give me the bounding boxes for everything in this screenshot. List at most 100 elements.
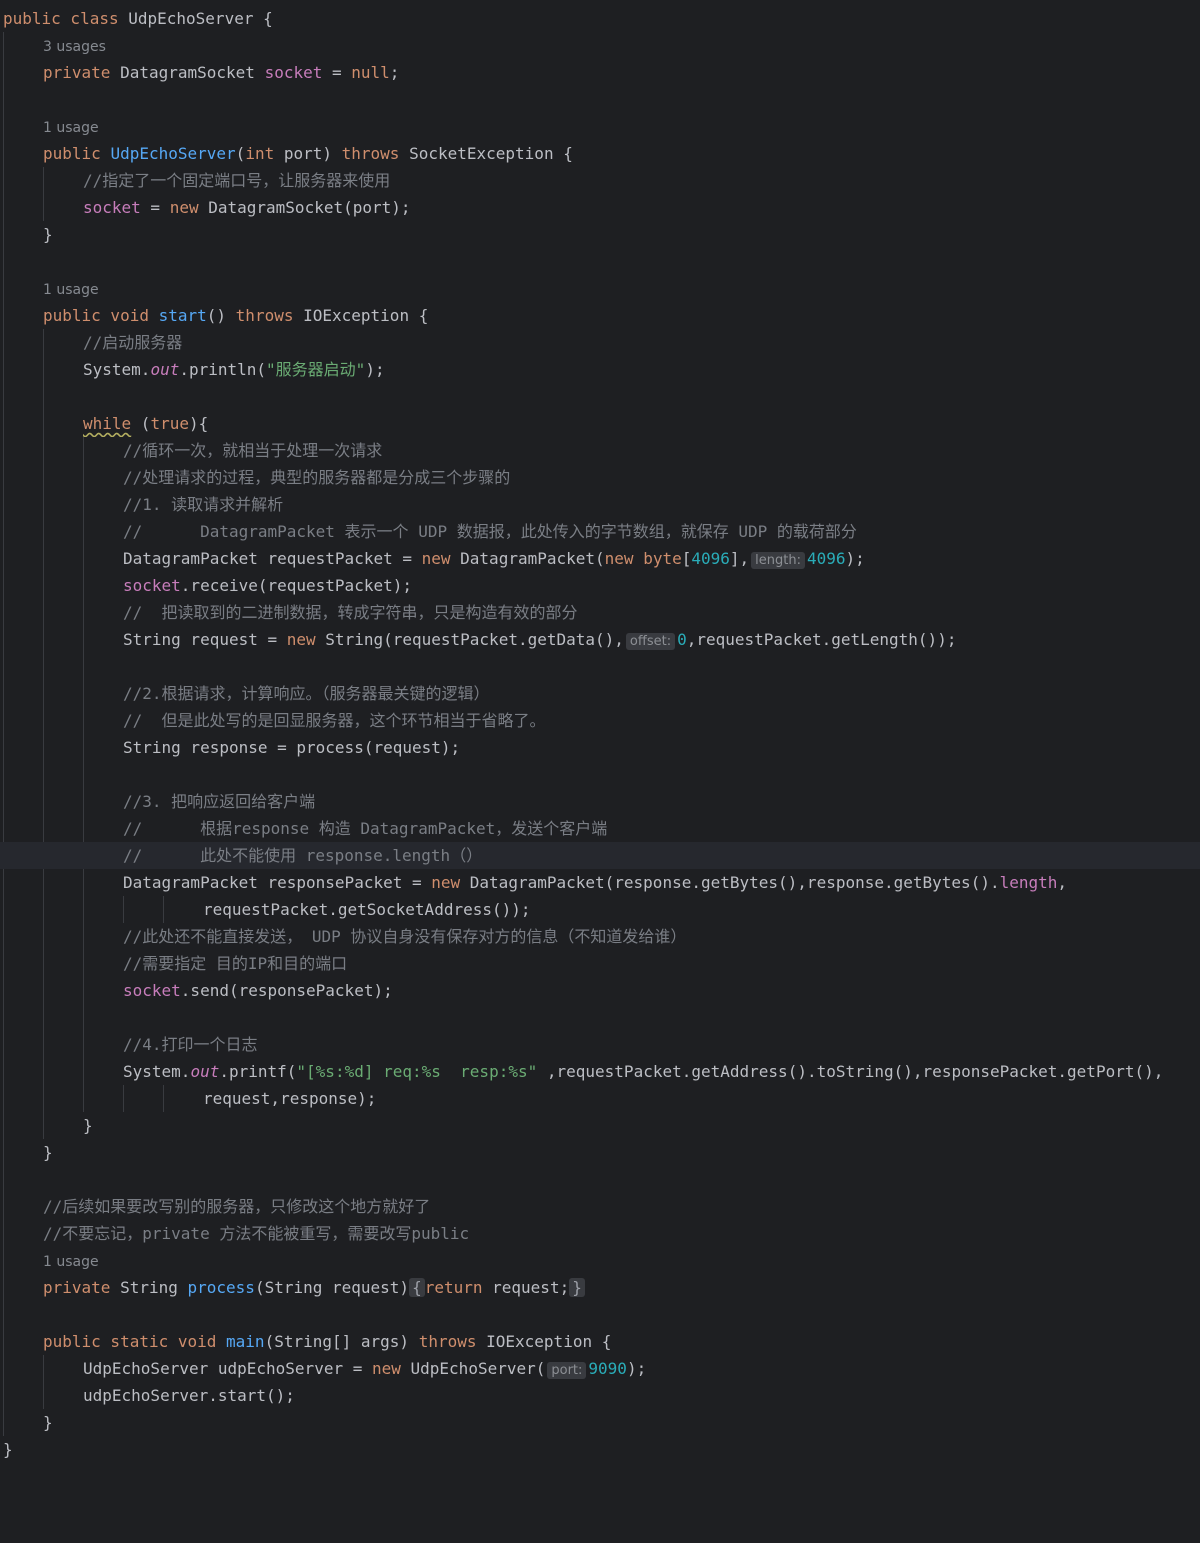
code-token: public xyxy=(43,144,111,163)
line-content: 1 usage xyxy=(43,1247,99,1274)
code-line[interactable] xyxy=(0,1166,1200,1193)
code-line[interactable]: //循环一次，就相当于处理一次请求 xyxy=(0,437,1200,464)
code-line[interactable]: //4.打印一个日志 xyxy=(0,1031,1200,1058)
code-line[interactable]: request,response); xyxy=(0,1085,1200,1112)
code-token: new xyxy=(286,630,326,649)
code-line[interactable]: //3. 把响应返回给客户端 xyxy=(0,788,1200,815)
code-line[interactable] xyxy=(0,383,1200,410)
usages-link[interactable]: 1 usage xyxy=(43,120,99,136)
code-token: 4096 xyxy=(806,549,846,568)
code-line[interactable]: System.out.printf("[%s:%d] req:%s resp:%… xyxy=(0,1058,1200,1085)
code-comment: //启动服务器 xyxy=(83,333,183,352)
code-token: "服务器启动" xyxy=(266,360,366,379)
code-line[interactable]: public static void main(String[] args) t… xyxy=(0,1328,1200,1355)
code-comment: //不要忘记，private 方法不能被重写，需要改写public xyxy=(43,1224,470,1243)
code-token: 9090 xyxy=(588,1359,627,1378)
code-token: "[%s:%d] req:%s resp:%s" xyxy=(296,1062,538,1081)
code-line[interactable]: while (true){ xyxy=(0,410,1200,437)
code-line[interactable]: //处理请求的过程，典型的服务器都是分成三个步骤的 xyxy=(0,464,1200,491)
code-line[interactable]: // 根据response 构造 DatagramPacket，发送个客户端 xyxy=(0,815,1200,842)
code-line[interactable] xyxy=(0,248,1200,275)
code-line[interactable]: private String process(String request){r… xyxy=(0,1274,1200,1301)
code-line[interactable]: public void start() throws IOException { xyxy=(0,302,1200,329)
code-editor[interactable]: public class UdpEchoServer { 3 usages priv… xyxy=(0,0,1200,1543)
code-line[interactable]: //1. 读取请求并解析 xyxy=(0,491,1200,518)
code-token: port) xyxy=(283,144,342,163)
code-line[interactable]: socket.receive(requestPacket); xyxy=(0,572,1200,599)
code-line[interactable]: DatagramPacket requestPacket = new Datag… xyxy=(0,545,1200,572)
code-line[interactable]: } xyxy=(0,1112,1200,1139)
code-line[interactable]: //不要忘记，private 方法不能被重写，需要改写public xyxy=(0,1220,1200,1247)
code-line[interactable]: } xyxy=(0,1409,1200,1436)
code-token: new byte xyxy=(604,549,682,568)
usage-hint-line[interactable]: 1 usage xyxy=(0,1247,1200,1274)
usage-hint-line[interactable]: 1 usage xyxy=(0,275,1200,302)
code-line[interactable]: udpEchoServer.start(); xyxy=(0,1382,1200,1409)
code-token: new xyxy=(421,549,461,568)
code-line[interactable]: System.out.println("服务器启动"); xyxy=(0,356,1200,383)
code-line[interactable]: //后续如果要改写别的服务器，只修改这个地方就好了 xyxy=(0,1193,1200,1220)
folded-brace[interactable]: { xyxy=(409,1278,425,1297)
code-token: .receive(requestPacket); xyxy=(180,576,412,595)
code-line[interactable] xyxy=(0,1301,1200,1328)
code-line[interactable]: } xyxy=(0,1139,1200,1166)
line-content: System.out.printf("[%s:%d] req:%s resp:%… xyxy=(123,1058,1163,1085)
code-line[interactable]: // 此处不能使用 response.length（） xyxy=(0,842,1200,869)
code-token: socket xyxy=(123,576,181,595)
line-content: System.out.println("服务器启动"); xyxy=(83,356,385,383)
code-line[interactable]: String response = process(request); xyxy=(0,734,1200,761)
line-content: while (true){ xyxy=(83,410,208,437)
usages-link[interactable]: 1 usage xyxy=(43,1254,99,1270)
code-comment: //4.打印一个日志 xyxy=(123,1035,258,1054)
code-line[interactable]: // 但是此处写的是回显服务器，这个环节相当于省略了。 xyxy=(0,707,1200,734)
usage-hint-line[interactable]: 3 usages xyxy=(0,32,1200,59)
code-token: DatagramPacket requestPacket = xyxy=(123,549,422,568)
code-line[interactable]: UdpEchoServer udpEchoServer = new UdpEch… xyxy=(0,1355,1200,1382)
usages-link[interactable]: 3 usages xyxy=(43,39,106,55)
code-line[interactable] xyxy=(0,761,1200,788)
code-token: true xyxy=(150,414,189,433)
code-line[interactable]: } xyxy=(0,221,1200,248)
code-line[interactable]: // DatagramPacket 表示一个 UDP 数据报，此处传入的字节数组… xyxy=(0,518,1200,545)
code-line[interactable] xyxy=(0,86,1200,113)
code-line[interactable]: //启动服务器 xyxy=(0,329,1200,356)
line-content: //3. 把响应返回给客户端 xyxy=(123,788,315,815)
code-token: ); xyxy=(365,360,385,379)
code-line[interactable]: public class UdpEchoServer { xyxy=(0,5,1200,32)
code-token: public static void xyxy=(43,1332,227,1351)
code-line[interactable]: socket = new DatagramSocket(port); xyxy=(0,194,1200,221)
code-comment: //后续如果要改写别的服务器，只修改这个地方就好了 xyxy=(43,1197,431,1216)
code-line[interactable]: requestPacket.getSocketAddress()); xyxy=(0,896,1200,923)
code-token: ){ xyxy=(188,414,209,433)
usage-hint-line[interactable]: 1 usage xyxy=(0,113,1200,140)
code-line[interactable]: // 把读取到的二进制数据，转成字符串，只是构造有效的部分 xyxy=(0,599,1200,626)
code-line[interactable]: //需要指定 目的IP和目的端口 xyxy=(0,950,1200,977)
usages-link[interactable]: 1 usage xyxy=(43,282,99,298)
code-line[interactable]: } xyxy=(0,1436,1200,1463)
line-content: socket.receive(requestPacket); xyxy=(123,572,412,599)
code-line[interactable]: private DatagramSocket socket = null; xyxy=(0,59,1200,86)
code-line[interactable] xyxy=(0,653,1200,680)
line-content: //循环一次，就相当于处理一次请求 xyxy=(123,437,382,464)
code-token: DatagramPacket(response.getBytes(),respo… xyxy=(469,873,1000,892)
code-line[interactable]: DatagramPacket responsePacket = new Data… xyxy=(0,869,1200,896)
code-line[interactable]: //2.根据请求，计算响应。（服务器最关键的逻辑） xyxy=(0,680,1200,707)
code-line[interactable]: public UdpEchoServer(int port) throws So… xyxy=(0,140,1200,167)
code-token: DatagramSocket(port); xyxy=(208,198,411,217)
code-token: System. xyxy=(123,1062,191,1081)
code-token: new xyxy=(431,873,470,892)
line-content: // 根据response 构造 DatagramPacket，发送个客户端 xyxy=(123,815,607,842)
line-content: // 此处不能使用 response.length（） xyxy=(123,842,482,869)
line-content: request,response); xyxy=(203,1085,376,1112)
code-token: } xyxy=(83,1116,93,1135)
code-line[interactable] xyxy=(0,1004,1200,1031)
code-comment: //3. 把响应返回给客户端 xyxy=(123,792,316,811)
code-comment: //指定了一个固定端口号，让服务器来使用 xyxy=(83,171,391,190)
code-line[interactable]: //指定了一个固定端口号，让服务器来使用 xyxy=(0,167,1200,194)
code-line[interactable]: String request = new String(requestPacke… xyxy=(0,626,1200,653)
folded-brace[interactable]: } xyxy=(569,1278,585,1297)
code-token: SocketException { xyxy=(409,144,573,163)
code-line[interactable]: //此处还不能直接发送， UDP 协议自身没有保存对方的信息（不知道发给谁） xyxy=(0,923,1200,950)
code-token: main xyxy=(226,1332,265,1351)
code-line[interactable]: socket.send(responsePacket); xyxy=(0,977,1200,1004)
